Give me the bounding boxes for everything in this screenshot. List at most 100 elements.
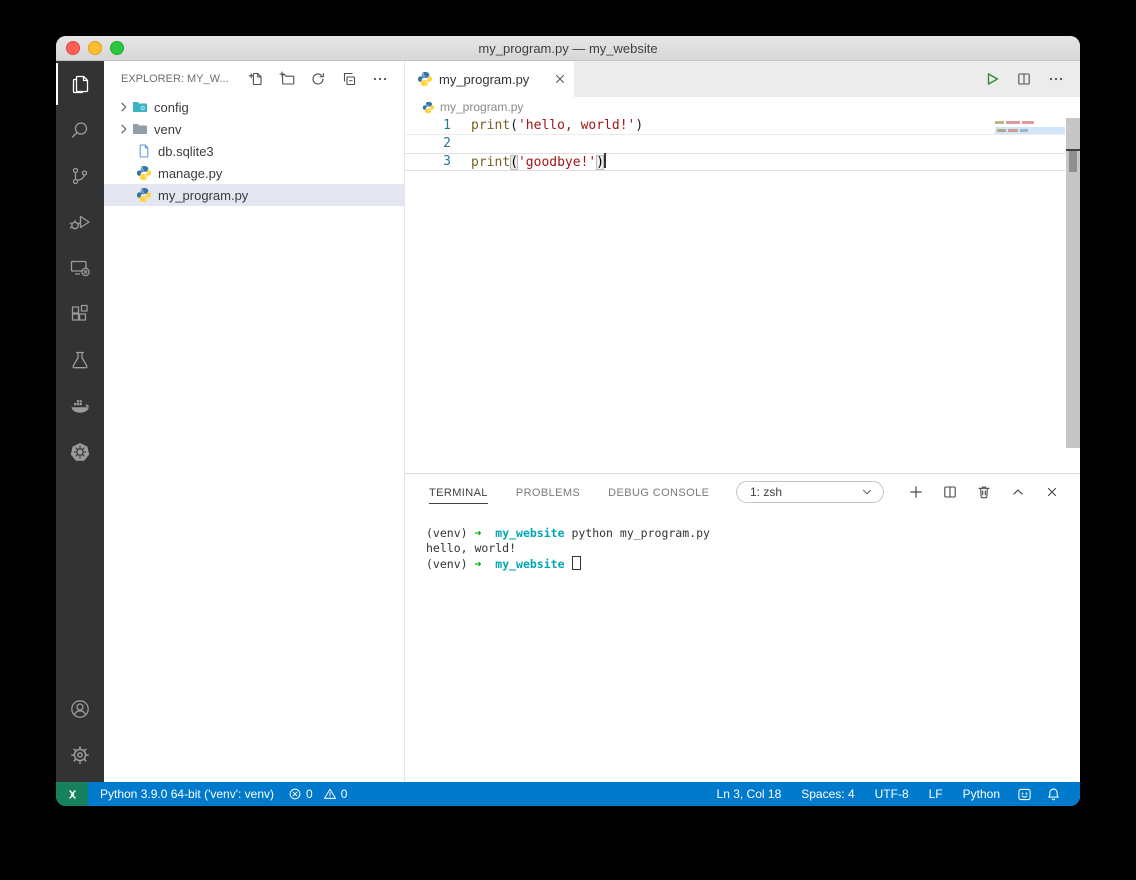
terminal-panel: TERMINAL PROBLEMS DEBUG CONSOLE 1: zsh <box>405 473 1080 784</box>
docker-icon <box>68 394 92 418</box>
python-interpreter-status[interactable]: Python 3.9.0 64-bit ('venv': venv) <box>88 782 282 806</box>
cursor-position-status[interactable]: Ln 3, Col 18 <box>707 787 792 801</box>
shell-select-value: 1: zsh <box>750 485 860 499</box>
status-bar: Python 3.9.0 64-bit ('venv': venv) 0 0 L… <box>56 782 1080 806</box>
terminal-shell-select[interactable]: 1: zsh <box>736 481 884 503</box>
editor-scrollbar[interactable] <box>1066 118 1080 448</box>
activity-extensions[interactable] <box>56 291 104 337</box>
kill-terminal-icon[interactable] <box>976 484 992 500</box>
activity-run-debug[interactable] <box>56 199 104 245</box>
python-icon <box>136 165 152 181</box>
beaker-icon <box>68 348 92 372</box>
collapse-all-icon[interactable] <box>341 71 357 87</box>
language-label: Python <box>963 787 1000 801</box>
chevron-down-icon <box>860 485 874 499</box>
activity-testing[interactable] <box>56 337 104 383</box>
search-icon <box>68 118 92 142</box>
tree-item-label: manage.py <box>158 166 222 181</box>
line-number: 2 <box>405 135 451 153</box>
more-actions-icon[interactable] <box>1048 71 1064 87</box>
terminal-line: (venv) ➜ my_website <box>426 556 1080 572</box>
bell-icon <box>1046 787 1061 802</box>
explorer-icon <box>68 72 92 96</box>
refresh-icon[interactable] <box>310 71 326 87</box>
explorer-header-title: EXPLORER: MY_W... <box>121 73 229 85</box>
scrollbar-thumb[interactable] <box>1069 151 1077 172</box>
more-actions-icon[interactable] <box>372 71 388 87</box>
window-title: my_program.py — my_website <box>56 41 1080 56</box>
gear-icon <box>68 743 92 767</box>
minimize-window-button[interactable] <box>88 41 102 55</box>
vscode-window: my_program.py — my_website <box>56 36 1080 806</box>
tree-item-manage-py[interactable]: manage.py <box>104 162 404 184</box>
activity-kubernetes[interactable] <box>56 429 104 475</box>
close-panel-icon[interactable] <box>1044 484 1060 500</box>
kubernetes-icon <box>68 440 92 464</box>
tab-label: my_program.py <box>439 72 546 87</box>
tab-bar: my_program.py <box>405 61 1080 97</box>
tree-item-config[interactable]: config <box>104 96 404 118</box>
terminal-cursor <box>572 556 581 570</box>
tab-my-program-py[interactable]: my_program.py <box>405 61 574 97</box>
traffic-lights <box>56 41 124 55</box>
close-icon[interactable] <box>552 71 568 87</box>
tree-item-label: db.sqlite3 <box>158 144 214 159</box>
tab-debug-console[interactable]: DEBUG CONSOLE <box>608 476 709 508</box>
tree-item-venv[interactable]: venv <box>104 118 404 140</box>
cursor-position-label: Ln 3, Col 18 <box>717 787 782 801</box>
new-terminal-icon[interactable] <box>908 484 924 500</box>
tree-item-my-program-py[interactable]: my_program.py <box>104 184 404 206</box>
split-editor-icon[interactable] <box>1016 71 1032 87</box>
breadcrumb[interactable]: my_program.py <box>405 97 1080 117</box>
line-number: 3 <box>405 153 451 171</box>
tab-terminal[interactable]: TERMINAL <box>429 476 488 508</box>
encoding-status[interactable]: UTF-8 <box>865 787 919 801</box>
title-bar[interactable]: my_program.py — my_website <box>56 36 1080 61</box>
breadcrumb-item[interactable]: my_program.py <box>440 100 523 114</box>
python-icon <box>136 187 152 203</box>
config-folder-icon <box>132 99 148 115</box>
minimap[interactable] <box>995 119 1065 134</box>
maximize-panel-icon[interactable] <box>1010 484 1026 500</box>
account-icon <box>68 697 92 721</box>
new-file-icon[interactable] <box>248 71 264 87</box>
activity-explorer[interactable] <box>56 61 104 107</box>
language-mode-status[interactable]: Python <box>953 787 1010 801</box>
activity-source-control[interactable] <box>56 153 104 199</box>
tab-problems[interactable]: PROBLEMS <box>516 476 580 508</box>
new-folder-icon[interactable] <box>279 71 295 87</box>
source-control-icon <box>68 164 92 188</box>
terminal-line: (venv) ➜ my_website python my_program.py <box>426 526 1080 541</box>
run-python-file-icon[interactable] <box>984 71 1000 87</box>
activity-search[interactable] <box>56 107 104 153</box>
activity-account[interactable] <box>56 686 104 732</box>
problems-status[interactable]: 0 0 <box>282 787 353 801</box>
activity-remote-explorer[interactable] <box>56 245 104 291</box>
terminal-output[interactable]: (venv) ➜ my_website python my_program.py… <box>405 510 1080 784</box>
code-line[interactable]: 2 <box>405 135 1080 153</box>
file-tree: config venv db.sqlite3 manage.py <box>104 96 404 206</box>
split-terminal-icon[interactable] <box>942 484 958 500</box>
explorer-sidebar: EXPLORER: MY_W... config <box>104 61 405 782</box>
tree-item-db-sqlite3[interactable]: db.sqlite3 <box>104 140 404 162</box>
remote-icon <box>65 787 80 802</box>
editor-cursor <box>604 153 606 168</box>
tree-item-label: my_program.py <box>158 188 248 203</box>
remote-indicator[interactable] <box>56 782 88 806</box>
indentation-label: Spaces: 4 <box>801 787 854 801</box>
indentation-status[interactable]: Spaces: 4 <box>791 787 864 801</box>
python-icon <box>417 71 433 87</box>
activity-docker[interactable] <box>56 383 104 429</box>
code-line[interactable]: 3print('goodbye!') <box>405 153 1080 171</box>
code-editor[interactable]: 1print('hello, world!')23print('goodbye!… <box>405 117 1080 473</box>
eol-status[interactable]: LF <box>919 787 953 801</box>
feedback-button[interactable] <box>1010 787 1039 802</box>
activity-settings[interactable] <box>56 732 104 778</box>
encoding-label: UTF-8 <box>875 787 909 801</box>
code-line[interactable]: 1print('hello, world!') <box>405 117 1080 135</box>
zoom-window-button[interactable] <box>110 41 124 55</box>
folder-icon <box>132 121 148 137</box>
notifications-button[interactable] <box>1039 787 1068 802</box>
tree-item-label: config <box>154 100 189 115</box>
close-window-button[interactable] <box>66 41 80 55</box>
